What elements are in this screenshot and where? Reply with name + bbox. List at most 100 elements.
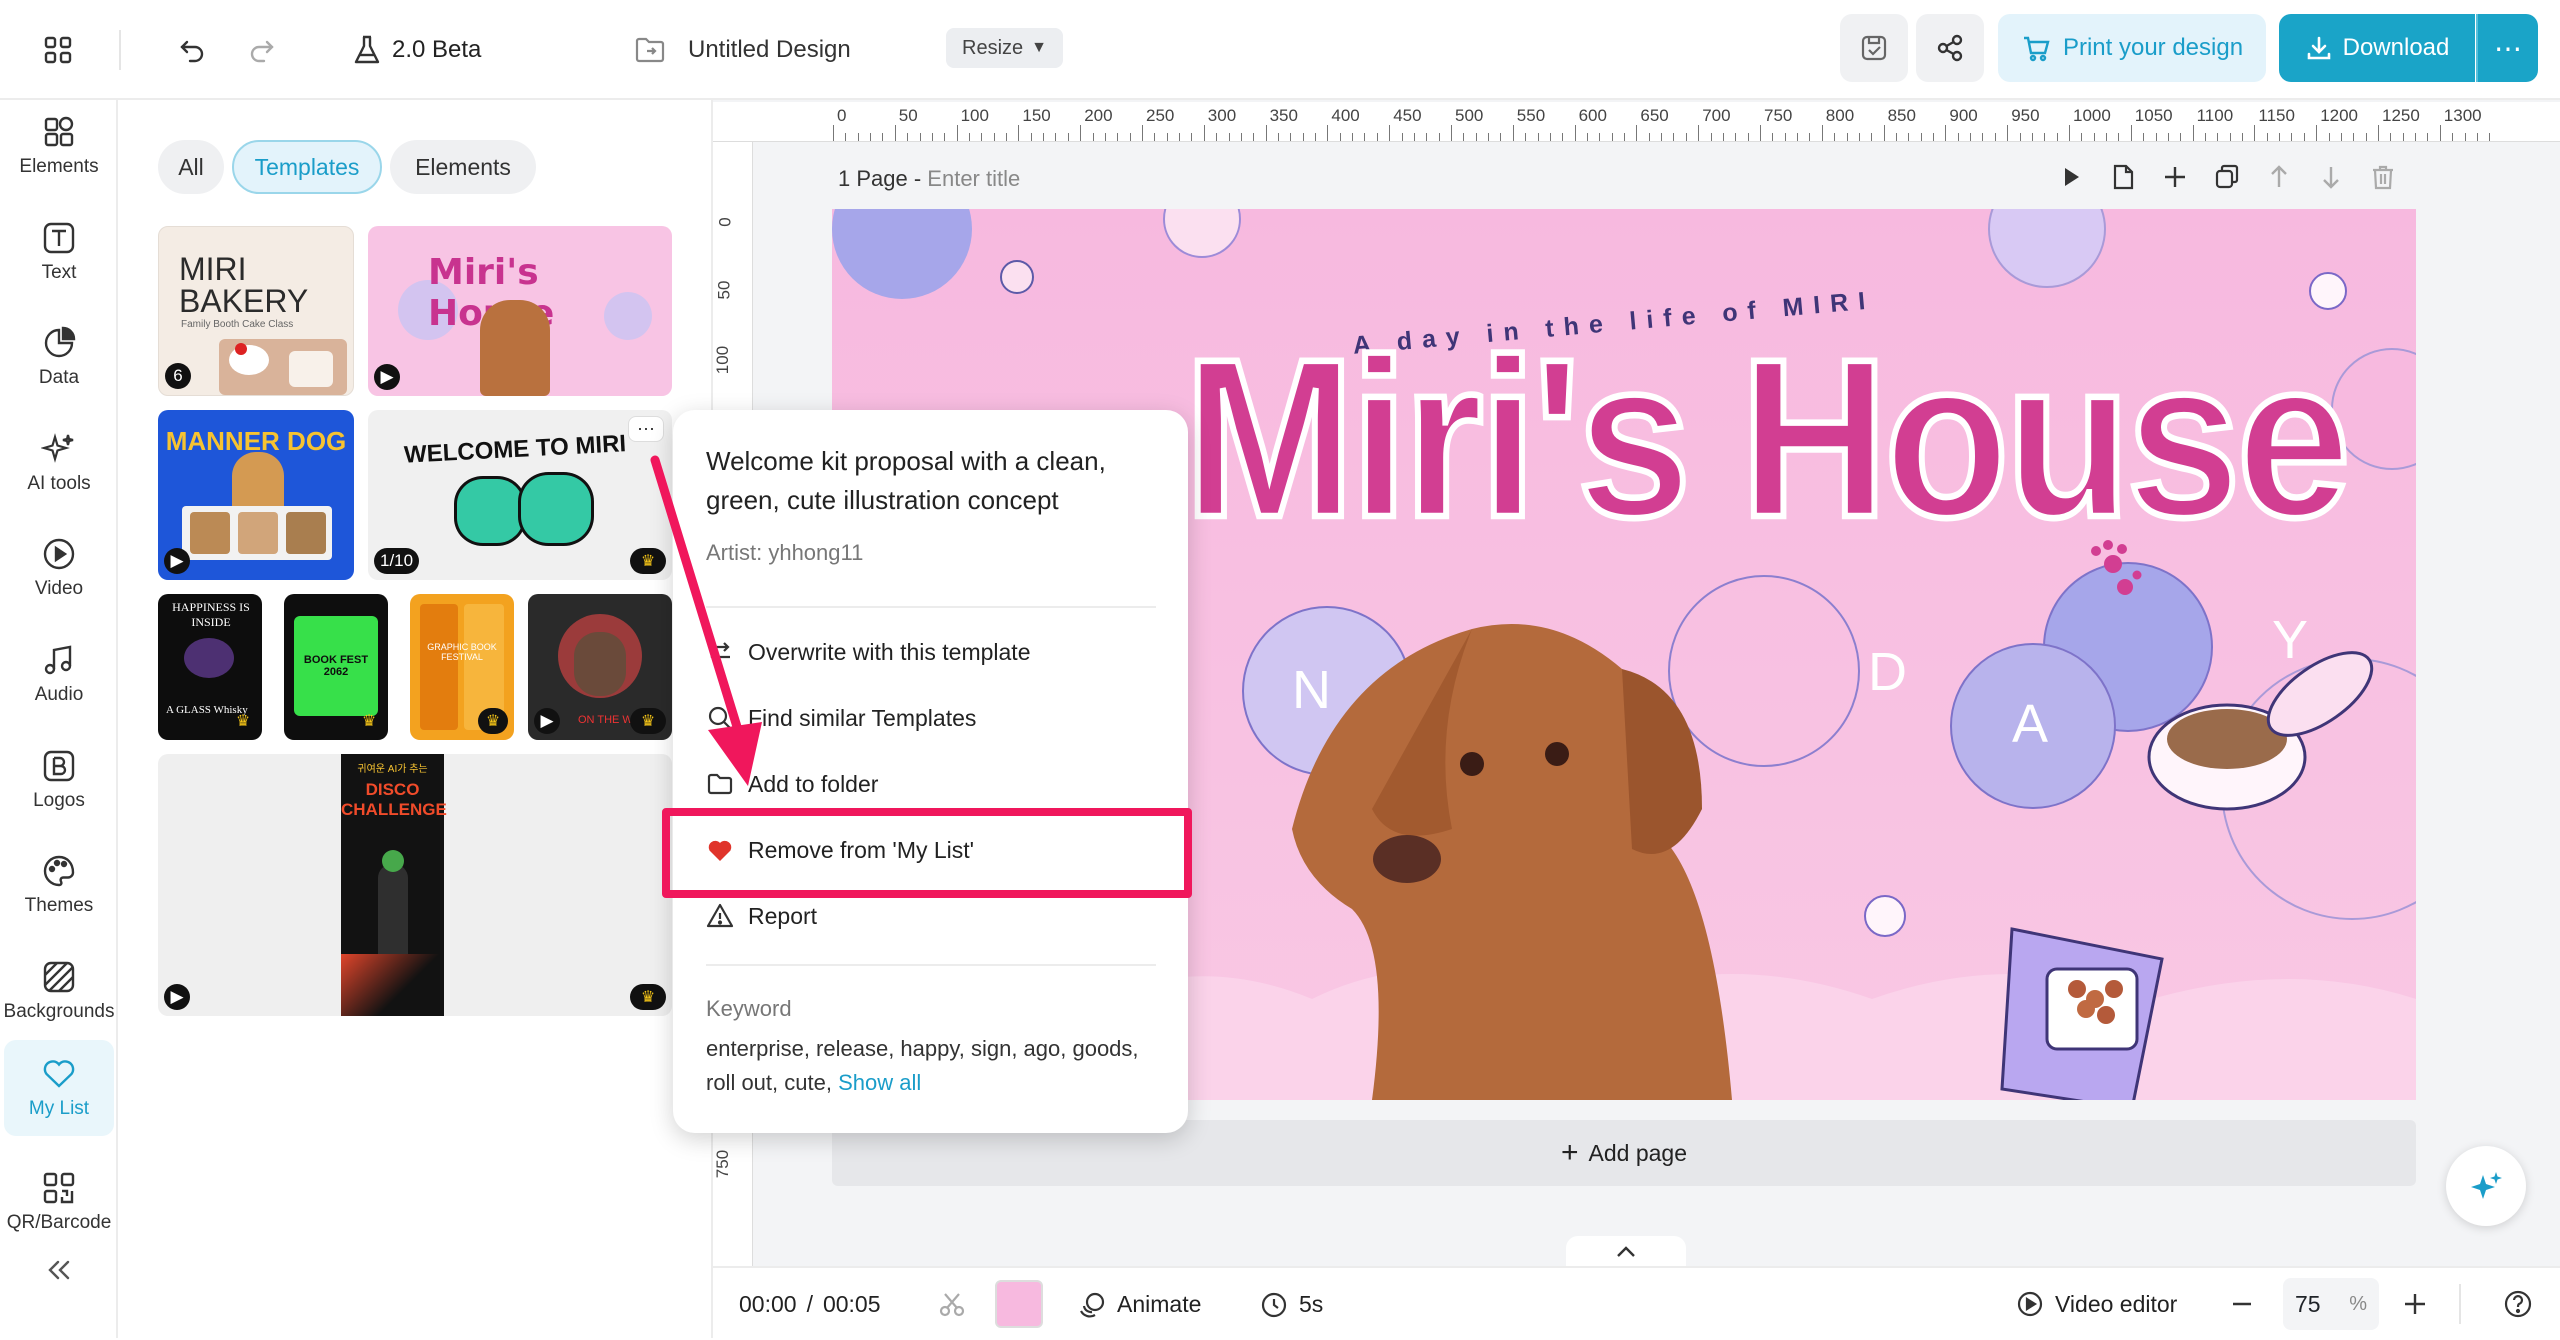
filter-all[interactable]: All (158, 140, 224, 194)
zoom-out-button[interactable] (2228, 1268, 2256, 1340)
thumb-more-icon[interactable]: ⋯ (628, 416, 664, 442)
logo-b-icon (43, 750, 75, 782)
ruler-tick (2180, 133, 2182, 141)
sidebar-item-text[interactable]: Text (4, 204, 114, 300)
sidebar-item-my-list[interactable]: My List (4, 1040, 114, 1136)
sidebar-item-themes[interactable]: Themes (4, 837, 114, 933)
download-button[interactable]: Download (2279, 14, 2475, 82)
sidebar-label: My List (28, 1098, 90, 1119)
ruler-tick (1203, 125, 1205, 141)
ruler-label: 900 (1949, 106, 1978, 125)
save-button[interactable] (1840, 14, 1908, 82)
ruler-tick (1549, 133, 1551, 141)
page-title-input[interactable]: Enter title (927, 166, 1020, 191)
filter-elements[interactable]: Elements (390, 140, 536, 194)
sidebar-item-video[interactable]: Video (4, 520, 114, 616)
ruler-label: 50 (714, 280, 734, 300)
zoom-in-button[interactable] (2401, 1268, 2429, 1340)
download-icon (2307, 36, 2330, 60)
ruler-label: 1100 (2196, 106, 2234, 125)
ruler-label: 500 (1455, 106, 1484, 125)
ruler-tick (2340, 133, 2342, 141)
arrow-up-icon[interactable] (2264, 162, 2294, 192)
keyword-label: Keyword (706, 996, 792, 1021)
ruler-tick (1760, 125, 1761, 141)
collapse-sidebar-button[interactable] (4, 1240, 114, 1300)
ruler-tick (1339, 133, 1341, 141)
duration-label: 5s (1299, 1290, 1324, 1317)
ruler-tick (1228, 133, 1230, 141)
sidebar-item-audio[interactable]: Audio (4, 626, 114, 722)
beta-version[interactable]: 2.0 Beta (352, 26, 481, 74)
video-badge: ▶ (534, 708, 560, 734)
ruler-tick (2489, 133, 2491, 141)
show-all-link[interactable]: Show all (838, 1070, 921, 1095)
share-icon (1937, 34, 1963, 62)
ruler-tick (1648, 133, 1650, 141)
page-icon[interactable] (2108, 162, 2138, 192)
sidebar-item-elements[interactable]: Elements (4, 98, 114, 194)
template-thumb-disco-challenge[interactable]: 귀여운 AI가 추는 DISCO CHALLENGE ▶ ♛ (158, 754, 672, 1016)
sidebar-item-qr-barcode[interactable]: QR/Barcode (4, 1154, 114, 1250)
video-editor-label: Video editor (2055, 1290, 2178, 1317)
share-button[interactable] (1916, 14, 1984, 82)
add-icon[interactable] (2160, 162, 2190, 192)
report-item[interactable]: Report (706, 896, 1166, 936)
ruler-tick (2353, 133, 2355, 141)
animate-button[interactable]: Animate (1077, 1268, 1201, 1340)
ruler-label: 700 (1702, 106, 1731, 125)
play-circle-icon (43, 538, 75, 570)
divider (706, 964, 1156, 966)
premium-crown-icon: ♛ (630, 984, 666, 1010)
template-thumb-miri-bakery[interactable]: MIRI BAKERY Family Booth Cake Class 6 (158, 226, 354, 396)
more-options-button[interactable]: ⋯ (2476, 14, 2538, 82)
ruler-tick (1104, 133, 1106, 141)
transition-button[interactable] (937, 1268, 967, 1340)
redo-icon[interactable] (240, 28, 284, 72)
thumb-text: BOOK FEST 2062 (303, 654, 369, 678)
horizontal-ruler: 0 50 100 150 200 250 300 350 400 450 500 550 600 650 7… (833, 102, 2560, 142)
ruler-tick (1030, 133, 1032, 141)
play-icon[interactable] (2056, 162, 2086, 192)
template-thumb-graphic-book-festival[interactable]: GRAPHIC BOOK FESTIVAL ♛ (410, 594, 514, 740)
timeline-toggle[interactable] (1566, 1236, 1686, 1268)
ruler-tick (1166, 133, 1168, 141)
sidebar-item-logos[interactable]: Logos (4, 732, 114, 828)
template-thumb-miris-house[interactable]: Miri's House ▶ (368, 226, 672, 396)
resize-button[interactable]: Resize ▼ (946, 28, 1063, 68)
video-editor-button[interactable]: Video editor (2015, 1268, 2177, 1340)
duration-button[interactable]: 5s (1259, 1268, 1323, 1340)
play-icon: ▶ (380, 367, 394, 386)
ruler-tick (1451, 125, 1452, 141)
ai-assistant-button[interactable] (2446, 1146, 2526, 1226)
sidebar-item-data[interactable]: Data (4, 309, 114, 405)
design-title[interactable]: Miri's House (1181, 309, 2354, 569)
template-thumb-happiness-inside[interactable]: HAPPINESS IS INSIDE A GLASS Whisky ♛ (158, 594, 262, 740)
ruler-tick (1018, 125, 1020, 141)
zoom-input[interactable]: 75 % (2283, 1278, 2379, 1330)
ruler-tick (1401, 133, 1403, 141)
ruler-tick (1067, 133, 1069, 141)
template-thumb-manner-dog[interactable]: MANNER DOG ▶ (158, 410, 354, 580)
sidebar-item-ai-tools[interactable]: AI tools (4, 415, 114, 511)
ruler-tick (2415, 133, 2417, 141)
print-design-button[interactable]: Print your design (1998, 14, 2266, 82)
ruler-tick (2192, 125, 2194, 141)
template-thumb-book-fest[interactable]: BOOK FEST 2062 ♛ (284, 594, 388, 740)
thumb-text: Miri's House (428, 252, 554, 334)
sidebar-item-backgrounds[interactable]: Backgrounds (4, 943, 114, 1039)
undo-icon[interactable] (170, 28, 214, 72)
cart-icon (2023, 36, 2050, 62)
arrow-down-icon[interactable] (2316, 162, 2346, 192)
ruler-tick (882, 133, 884, 141)
color-swatch[interactable] (995, 1268, 1043, 1340)
duplicate-icon[interactable] (2212, 162, 2242, 192)
ruler-tick (1253, 133, 1255, 141)
plus-icon: + (1560, 1136, 1579, 1169)
apps-grid-icon[interactable] (36, 28, 80, 72)
print-label: Print your design (2062, 34, 2244, 61)
help-button[interactable] (2503, 1268, 2533, 1340)
filter-templates[interactable]: Templates (232, 140, 382, 194)
document-title[interactable]: Untitled Design (634, 26, 851, 74)
trash-icon[interactable] (2368, 162, 2398, 192)
